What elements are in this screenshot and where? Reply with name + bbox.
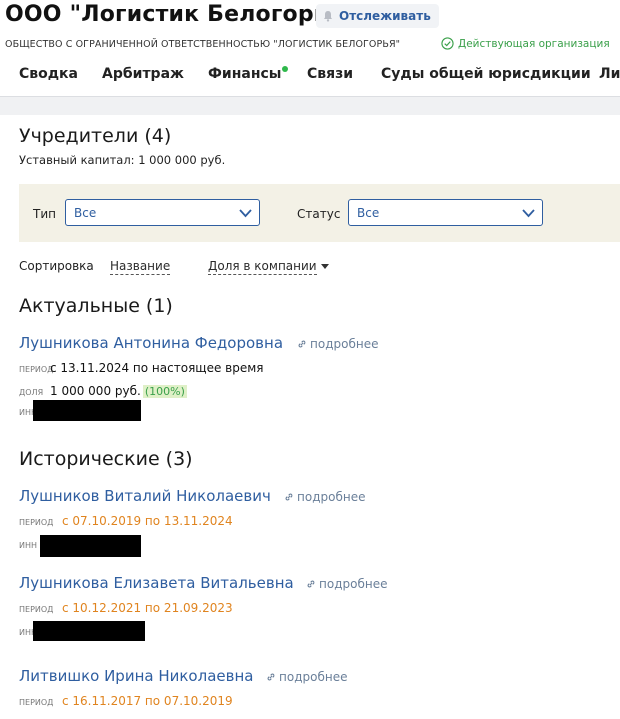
redacted-inn: [33, 400, 141, 421]
period-value: с 10.12.2021 по 21.09.2023: [62, 601, 233, 615]
founder-name[interactable]: Лушникова Антонина Федоровна: [19, 334, 283, 352]
inn-label: инн: [19, 541, 38, 550]
sort-caret-icon: [321, 264, 329, 269]
check-circle-icon: [441, 37, 454, 50]
details-link[interactable]: подробнее: [297, 337, 378, 351]
details-link-label: подробнее: [310, 337, 379, 351]
new-indicator-dot: [282, 66, 288, 72]
tab-partial[interactable]: Ли: [599, 66, 620, 82]
details-link[interactable]: подробнее: [306, 577, 387, 591]
share-value: 1 000 000 руб. (100%): [50, 384, 187, 398]
link-icon: [307, 580, 315, 588]
founder-name[interactable]: Литвишко Ирина Николаевна: [19, 667, 253, 685]
tab-arbitration[interactable]: Арбитраж: [102, 66, 184, 82]
sort-by-name[interactable]: Название: [110, 259, 171, 275]
current-founders-heading: Актуальные (1): [19, 295, 173, 317]
redacted-inn: [33, 621, 145, 641]
details-link-label: подробнее: [319, 577, 388, 591]
type-filter-label: Тип: [33, 207, 56, 221]
status-select[interactable]: Все: [348, 199, 543, 226]
details-link[interactable]: подробнее: [266, 670, 347, 684]
period-label: период: [19, 518, 54, 527]
period-value: с 13.11.2024 по настоящее время: [50, 361, 264, 375]
header-divider: [0, 96, 620, 97]
founder-name[interactable]: Лушников Виталий Николаевич: [19, 487, 271, 505]
type-select[interactable]: Все: [65, 199, 260, 226]
founders-heading: Учредители (4): [19, 125, 172, 147]
link-icon: [298, 340, 306, 348]
status-badge: Действующая организация: [441, 37, 610, 50]
status-text: Действующая организация: [458, 37, 610, 50]
period-label: период: [19, 605, 54, 614]
details-link-label: подробнее: [279, 670, 348, 684]
company-full-name: ОБЩЕСТВО С ОГРАНИЧЕННОЙ ОТВЕТСТВЕННОСТЬЮ…: [5, 39, 401, 50]
tab-connections[interactable]: Связи: [307, 66, 353, 82]
status-select-value: Все: [357, 206, 380, 220]
tab-finance[interactable]: Финансы: [208, 66, 281, 82]
period-value: с 16.11.2017 по 07.10.2019: [62, 694, 233, 708]
link-icon: [267, 673, 275, 681]
redacted-inn: [40, 535, 141, 557]
follow-button-label: Отслеживать: [339, 9, 431, 23]
share-percent: (100%): [142, 385, 187, 398]
company-title: ООО "Логистик Белогорья": [5, 2, 354, 27]
share-label: доля: [19, 388, 44, 397]
tab-summary[interactable]: Сводка: [19, 66, 78, 82]
period-value: с 07.10.2019 по 13.11.2024: [62, 514, 233, 528]
sort-label: Сортировка: [19, 259, 94, 273]
details-link-label: подробнее: [297, 490, 366, 504]
authorized-capital: Уставный капитал: 1 000 000 руб.: [19, 153, 226, 167]
chevron-down-icon: [522, 209, 535, 218]
tab-courts[interactable]: Суды общей юрисдикции: [381, 66, 591, 82]
historical-founders-heading: Исторические (3): [19, 448, 193, 470]
link-icon: [285, 493, 293, 501]
details-link[interactable]: подробнее: [284, 490, 365, 504]
founder-name[interactable]: Лушникова Елизавета Витальевна: [19, 574, 294, 592]
type-select-value: Все: [74, 206, 97, 220]
follow-button[interactable]: Отслеживать: [316, 4, 439, 28]
bell-icon: [324, 11, 332, 22]
period-label: период: [19, 365, 54, 374]
share-amount: 1 000 000 руб.: [50, 384, 141, 398]
chevron-down-icon: [239, 209, 252, 218]
company-header: ООО "Логистик Белогорья" Отслеживать ОБЩ…: [0, 0, 620, 97]
period-label: период: [19, 698, 54, 707]
sort-by-share[interactable]: Доля в компании: [208, 259, 317, 275]
status-filter-label: Статус: [297, 207, 341, 221]
tab-bar: Сводка Арбитраж Финансы Связи Суды общей…: [0, 66, 620, 86]
